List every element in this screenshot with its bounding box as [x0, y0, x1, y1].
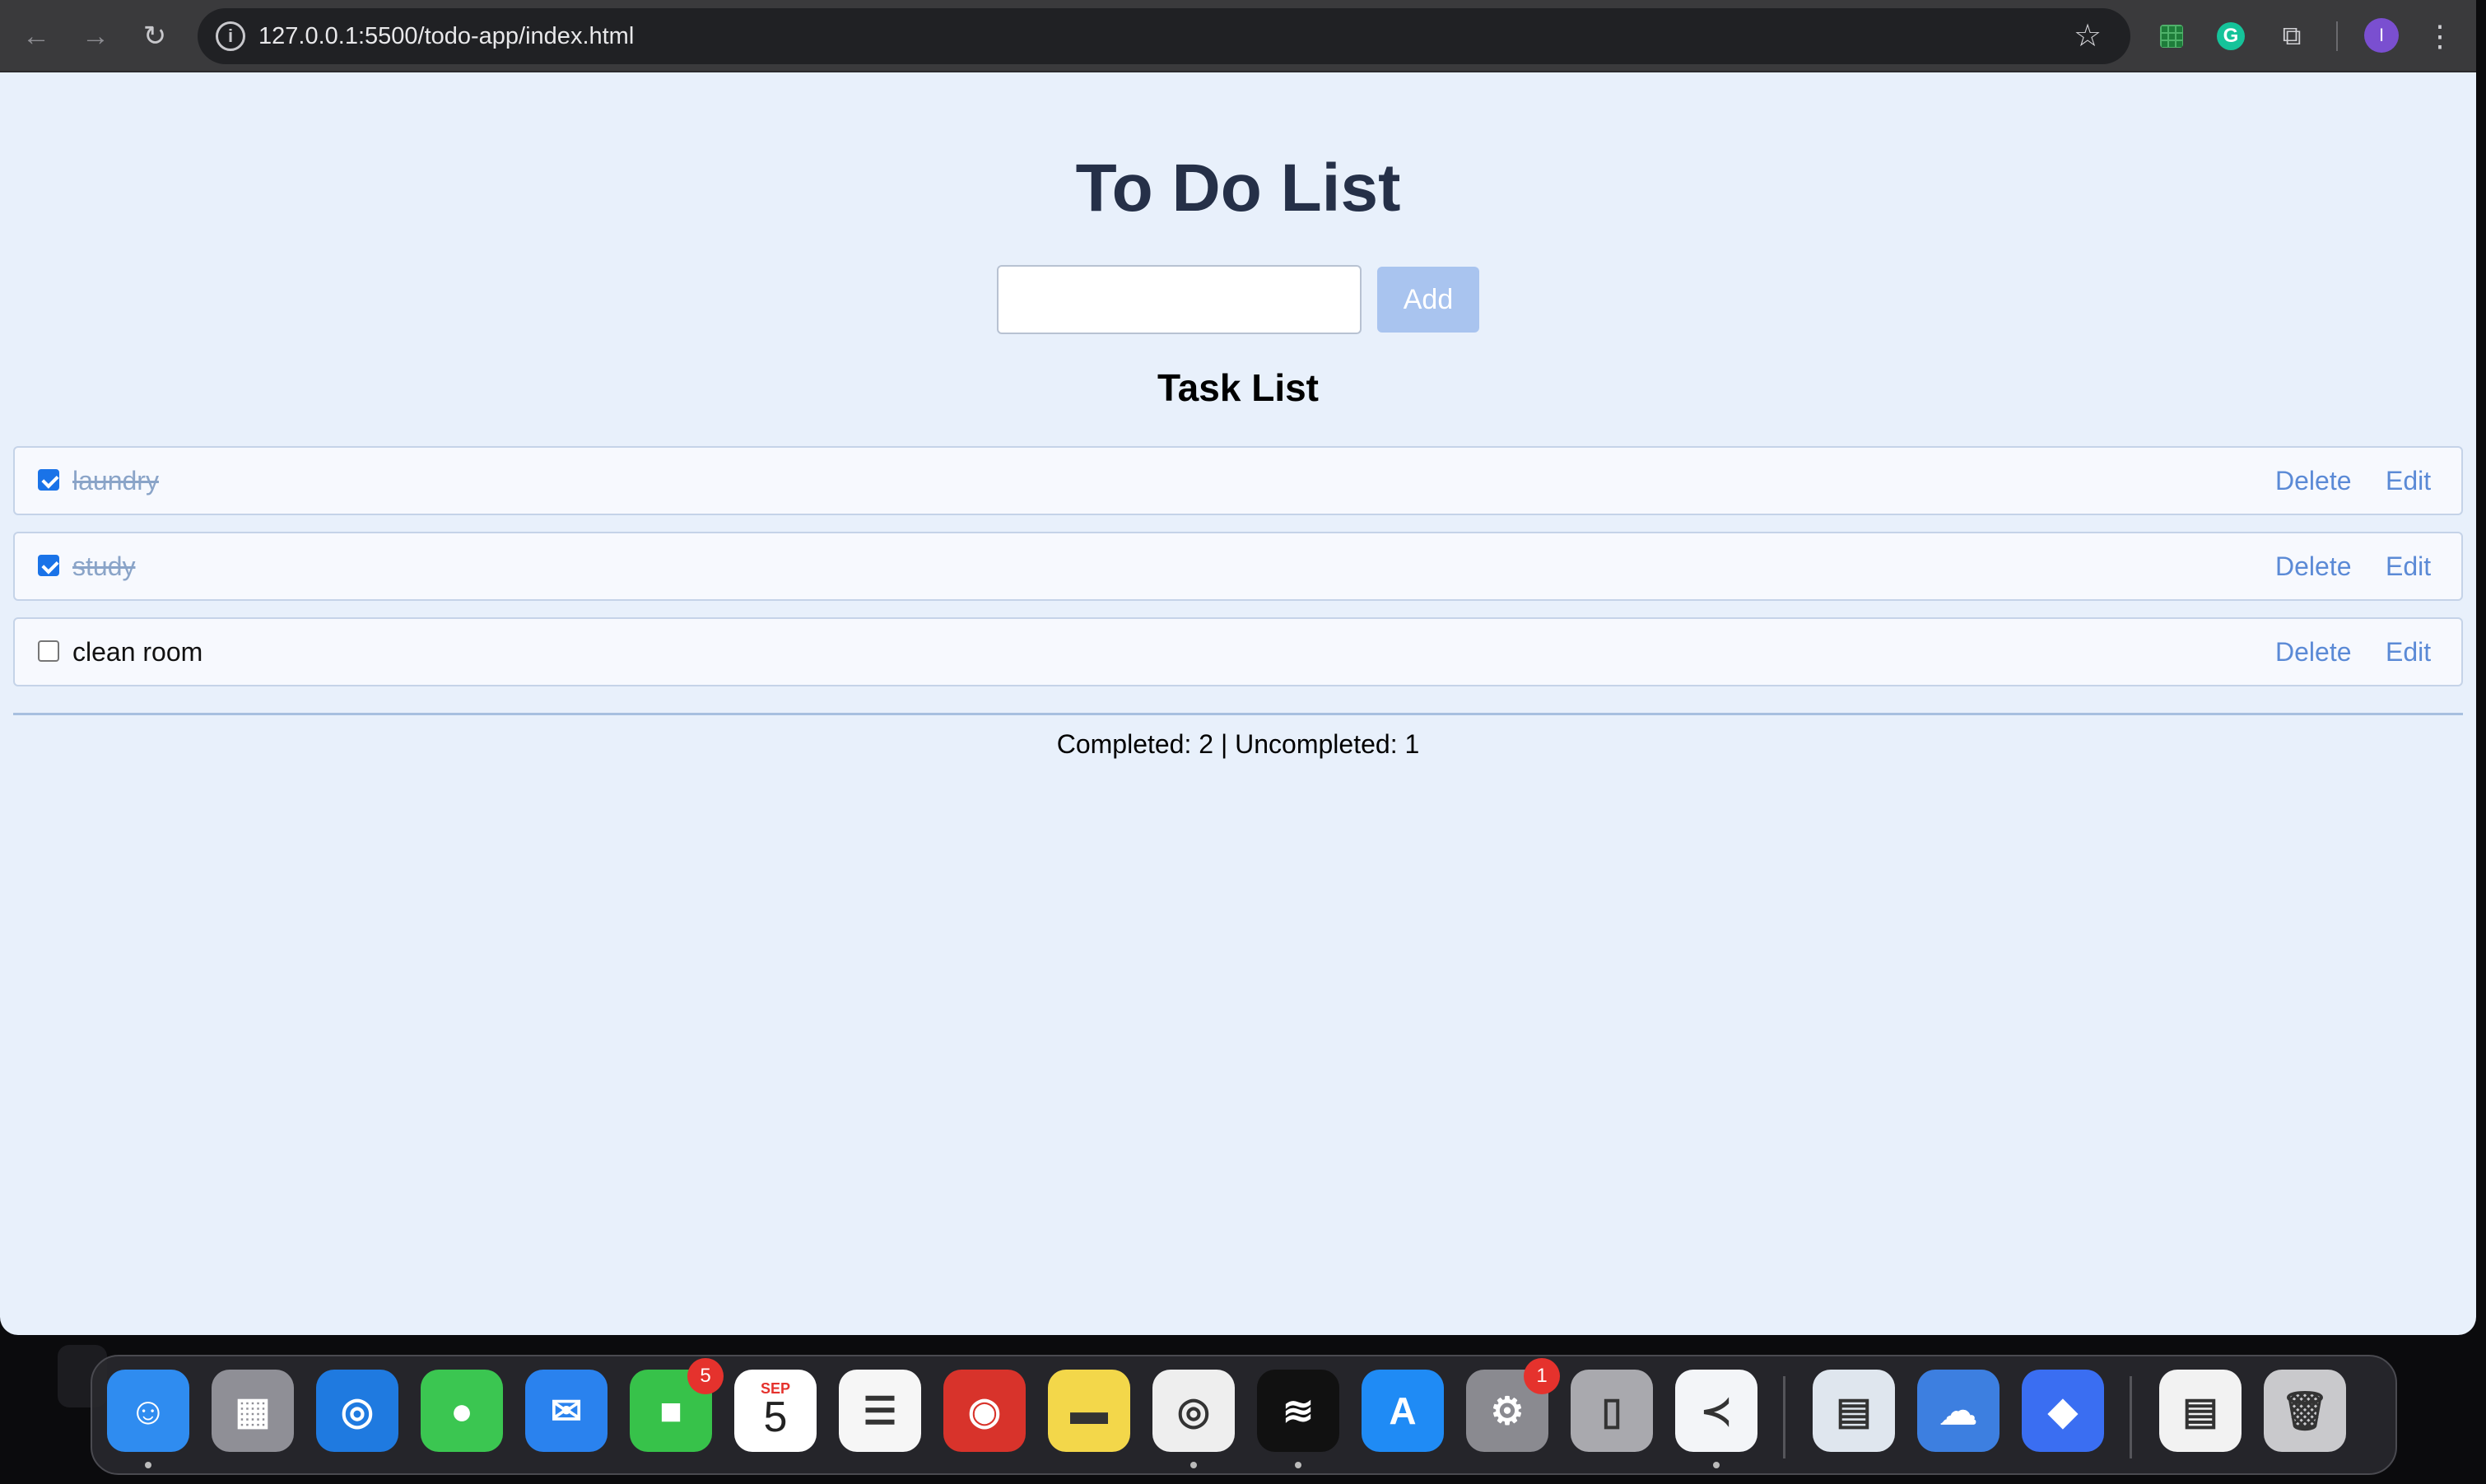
list-divider	[13, 713, 2463, 715]
address-bar[interactable]: i 127.0.0.1:5500/todo-app/index.html ☆	[198, 8, 2130, 64]
dock-separator	[2130, 1376, 2132, 1458]
dock-vs-code-icon[interactable]: ≺	[1675, 1370, 1757, 1468]
task-input[interactable]	[997, 265, 1362, 334]
dock-glyph: ≋	[1282, 1389, 1315, 1432]
dock-glyph: ☰	[863, 1389, 897, 1432]
reload-icon[interactable]: ↻	[135, 16, 175, 56]
back-icon[interactable]: ←	[16, 16, 56, 56]
dock-glyph: ◎	[340, 1389, 375, 1432]
macos-dock: ☺ ▦ ◎ ● ✉ ■ 5 SEP 5 ☰ ◉ ▬ ◎ ≋ A ⚙ 1 ▯ ≺ ▤ ☁ ◆ ▤ 🗑	[91, 1355, 2397, 1475]
add-button[interactable]: Add	[1377, 267, 1479, 333]
task-checkbox[interactable]	[38, 555, 59, 576]
edit-button[interactable]: Edit	[2386, 466, 2431, 496]
dock-system-settings-icon[interactable]: ⚙ 1	[1466, 1358, 1560, 1452]
dock-roblox-icon[interactable]: ◆	[2022, 1370, 2104, 1452]
browser-toolbar: ← → ↻ i 127.0.0.1:5500/todo-app/index.ht…	[0, 0, 2476, 72]
forward-icon[interactable]: →	[76, 16, 115, 56]
dock-iphone-mirroring-icon[interactable]: ▯	[1571, 1370, 1653, 1452]
task-label: study	[72, 551, 136, 581]
site-info-icon[interactable]: i	[216, 21, 245, 51]
dock-glyph: ▦	[235, 1389, 271, 1432]
browser-window: ← → ↻ i 127.0.0.1:5500/todo-app/index.ht…	[0, 0, 2476, 1335]
dock-glyph: ✉	[550, 1389, 583, 1432]
dock-chrome-icon[interactable]: ◎	[1152, 1370, 1235, 1468]
running-indicator	[1295, 1462, 1301, 1468]
dock-trash-icon[interactable]: 🗑	[2264, 1370, 2346, 1452]
dock-glyph: 🗑	[2280, 1389, 2330, 1432]
dock-glyph: A	[1389, 1389, 1417, 1432]
dock-launchpad-icon[interactable]: ▦	[212, 1370, 294, 1452]
dock-glyph: ●	[450, 1389, 473, 1432]
dock-calendar-icon[interactable]: SEP 5	[734, 1370, 817, 1452]
edit-button[interactable]: Edit	[2386, 637, 2431, 668]
delete-button[interactable]: Delete	[2275, 466, 2352, 496]
dock-spotify-icon[interactable]: ≋	[1257, 1370, 1339, 1468]
dock-glyph: ▬	[1070, 1389, 1108, 1432]
dock-document-icon[interactable]: ▤	[2159, 1370, 2242, 1452]
dock-reminders-icon[interactable]: ☰	[839, 1370, 921, 1452]
dock-glyph: ☺	[128, 1389, 168, 1432]
profile-avatar[interactable]: I	[2364, 18, 2399, 53]
task-item: study Delete Edit	[13, 532, 2463, 601]
dock-messages-icon[interactable]: ●	[421, 1370, 503, 1452]
dock-glyph: ▤	[1836, 1389, 1872, 1432]
url-text[interactable]: 127.0.0.1:5500/todo-app/index.html	[258, 8, 634, 64]
edit-button[interactable]: Edit	[2386, 551, 2431, 582]
dock-glyph: ⚙	[1490, 1389, 1525, 1432]
dock-glyph: ≺	[1700, 1389, 1733, 1432]
extensions-puzzle-icon[interactable]: ⧉	[2272, 16, 2311, 56]
bookmark-star-icon[interactable]: ☆	[2068, 16, 2107, 56]
dock-safari-icon[interactable]: ◎	[316, 1370, 398, 1452]
task-checkbox[interactable]	[38, 469, 59, 491]
dock-glyph: ▯	[1601, 1389, 1622, 1432]
dock-weather-icon[interactable]: ☁	[1917, 1370, 2000, 1452]
notification-badge: 1	[1524, 1358, 1560, 1394]
dock-finder-icon[interactable]: ☺	[107, 1370, 189, 1468]
task-list: laundry Delete Edit study Delete Edit cl…	[13, 446, 2463, 703]
notification-badge: 5	[687, 1358, 724, 1394]
dock-glyph: ◉	[967, 1389, 1002, 1432]
running-indicator	[145, 1462, 151, 1468]
task-label: clean room	[72, 637, 203, 667]
dock-glyph: ◎	[1176, 1389, 1211, 1432]
sheets-extension-icon[interactable]	[2152, 16, 2191, 56]
grammarly-extension-icon[interactable]: G	[2211, 16, 2251, 56]
running-indicator	[1190, 1462, 1197, 1468]
dock-glyph: ▤	[2182, 1389, 2218, 1432]
task-stats: Completed: 2 | Uncompleted: 1	[1056, 729, 1420, 759]
task-item: laundry Delete Edit	[13, 446, 2463, 515]
dock-glyph: ☁	[1939, 1389, 1977, 1432]
running-indicator	[1713, 1462, 1720, 1468]
todo-page: To Do List Add Task List laundry Delete …	[0, 72, 2476, 1335]
delete-button[interactable]: Delete	[2275, 551, 2352, 582]
dock-glyph: ◆	[2048, 1389, 2078, 1432]
dock-glyph: ■	[659, 1389, 682, 1432]
dock-photo-booth-icon[interactable]: ◉	[943, 1370, 1026, 1452]
dock-preview-icon[interactable]: ▤	[1813, 1370, 1895, 1452]
task-checkbox[interactable]	[38, 640, 59, 662]
page-title: To Do List	[1075, 151, 1401, 226]
toolbar-divider	[2336, 21, 2338, 51]
calendar-day-label: 5	[763, 1393, 788, 1441]
dock-facetime-icon[interactable]: ■ 5	[630, 1358, 724, 1452]
delete-button[interactable]: Delete	[2275, 637, 2352, 668]
dock-app-store-icon[interactable]: A	[1362, 1370, 1444, 1452]
dock-notes-icon[interactable]: ▬	[1048, 1370, 1130, 1452]
dock-mail-icon[interactable]: ✉	[525, 1370, 608, 1452]
task-item: clean room Delete Edit	[13, 617, 2463, 686]
task-label: laundry	[72, 466, 159, 495]
browser-menu-icon[interactable]: ⋮	[2420, 16, 2460, 56]
task-list-heading: Task List	[1157, 366, 1319, 409]
dock-separator	[1783, 1376, 1785, 1458]
